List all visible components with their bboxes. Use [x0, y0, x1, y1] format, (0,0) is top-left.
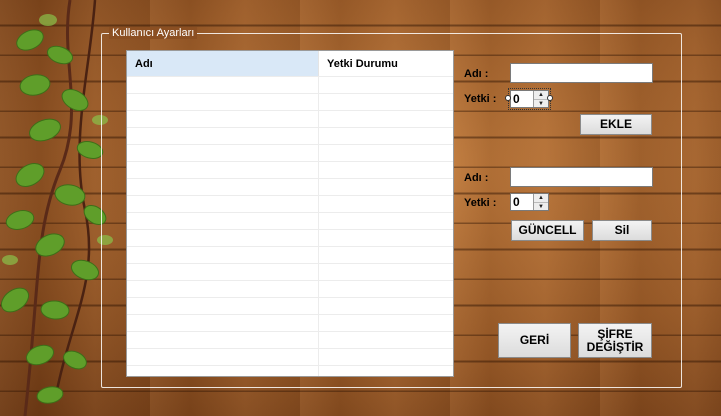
add-permission-value[interactable]: 0: [511, 91, 533, 107]
cell-name: [127, 281, 319, 297]
resize-handle-left[interactable]: [505, 95, 511, 101]
groupbox-title: Kullanıcı Ayarları: [109, 27, 198, 39]
table-row[interactable]: [127, 297, 453, 314]
edit-name-label: Adı :: [464, 172, 489, 184]
resize-handle-right[interactable]: [547, 95, 553, 101]
table-row[interactable]: [127, 127, 453, 144]
cell-name: [127, 77, 319, 93]
table-row[interactable]: [127, 144, 453, 161]
cell-permission: [319, 128, 453, 144]
add-permission-stepper[interactable]: 0 ▲ ▼: [508, 88, 551, 110]
cell-permission: [319, 145, 453, 161]
cell-name: [127, 111, 319, 127]
table-row[interactable]: [127, 280, 453, 297]
cell-permission: [319, 230, 453, 246]
cell-permission: [319, 94, 453, 110]
column-header-name[interactable]: Adı: [127, 51, 319, 76]
spin-down-icon[interactable]: ▼: [534, 99, 548, 108]
cell-name: [127, 162, 319, 178]
edit-name-input[interactable]: [510, 167, 653, 187]
cell-name: [127, 366, 319, 376]
table-row[interactable]: [127, 229, 453, 246]
table-row[interactable]: [127, 110, 453, 127]
cell-permission: [319, 349, 453, 365]
cell-name: [127, 128, 319, 144]
add-name-input[interactable]: [510, 63, 653, 83]
table-row[interactable]: [127, 76, 453, 93]
cell-name: [127, 145, 319, 161]
users-listview[interactable]: Adı Yetki Durumu: [126, 50, 454, 377]
cell-permission: [319, 298, 453, 314]
spin-up-icon[interactable]: ▲: [534, 194, 548, 202]
edit-permission-stepper[interactable]: 0 ▲ ▼: [510, 193, 549, 211]
cell-name: [127, 332, 319, 348]
cell-name: [127, 179, 319, 195]
table-row[interactable]: [127, 212, 453, 229]
delete-button[interactable]: Sil: [592, 220, 652, 241]
edit-permission-value[interactable]: 0: [511, 194, 533, 210]
back-button[interactable]: GERİ: [498, 323, 571, 358]
cell-permission: [319, 332, 453, 348]
cell-permission: [319, 264, 453, 280]
cell-permission: [319, 111, 453, 127]
cell-permission: [319, 77, 453, 93]
table-row[interactable]: [127, 365, 453, 376]
edit-permission-label: Yetki :: [464, 197, 497, 209]
listview-rows: [127, 76, 453, 376]
table-row[interactable]: [127, 195, 453, 212]
cell-name: [127, 315, 319, 331]
table-row[interactable]: [127, 314, 453, 331]
table-row[interactable]: [127, 161, 453, 178]
table-row[interactable]: [127, 93, 453, 110]
add-name-label: Adı :: [464, 68, 489, 80]
table-row[interactable]: [127, 246, 453, 263]
cell-permission: [319, 281, 453, 297]
change-password-label-line1: ŞİFRE: [597, 326, 633, 341]
cell-permission: [319, 162, 453, 178]
cell-name: [127, 298, 319, 314]
cell-permission: [319, 247, 453, 263]
cell-name: [127, 94, 319, 110]
spin-down-icon[interactable]: ▼: [534, 202, 548, 211]
spin-up-icon[interactable]: ▲: [534, 91, 548, 99]
change-password-label-line2: DEĞİŞTİR: [586, 339, 644, 354]
cell-name: [127, 196, 319, 212]
change-password-button[interactable]: ŞİFRE DEĞİŞTİR: [578, 323, 652, 358]
table-row[interactable]: [127, 178, 453, 195]
cell-permission: [319, 213, 453, 229]
table-row[interactable]: [127, 331, 453, 348]
add-permission-label: Yetki :: [464, 93, 497, 105]
column-header-permission[interactable]: Yetki Durumu: [319, 51, 453, 76]
table-row[interactable]: [127, 348, 453, 365]
cell-name: [127, 247, 319, 263]
cell-name: [127, 264, 319, 280]
cell-permission: [319, 315, 453, 331]
cell-permission: [319, 179, 453, 195]
add-button[interactable]: EKLE: [580, 114, 652, 135]
cell-permission: [319, 196, 453, 212]
table-row[interactable]: [127, 263, 453, 280]
cell-permission: [319, 366, 453, 376]
cell-name: [127, 213, 319, 229]
cell-name: [127, 349, 319, 365]
listview-header: Adı Yetki Durumu: [127, 51, 453, 76]
update-button[interactable]: GÜNCELL: [511, 220, 584, 241]
cell-name: [127, 230, 319, 246]
